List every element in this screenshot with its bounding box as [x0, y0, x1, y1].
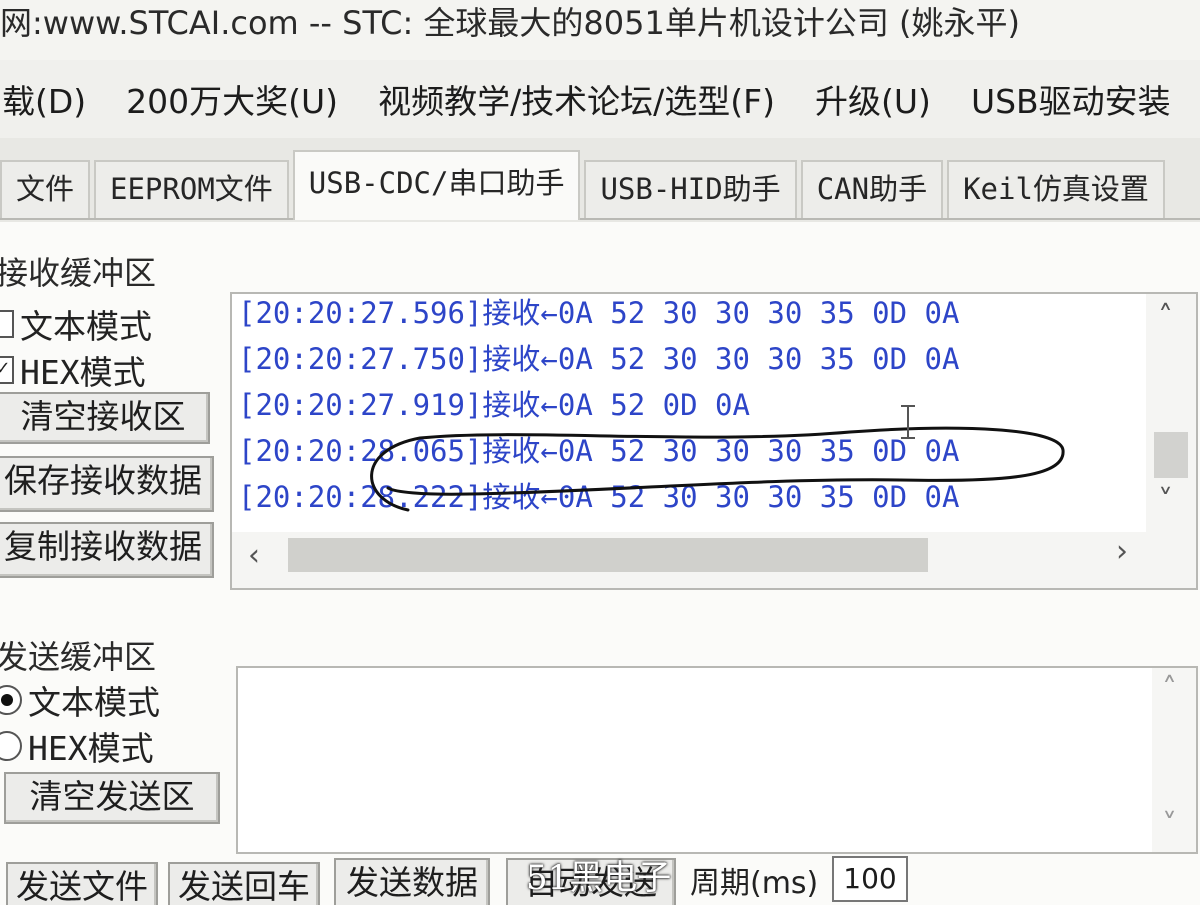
receive-buffer-label: 接收缓冲区 [0, 254, 157, 292]
receive-vertical-scroll-thumb[interactable] [1154, 432, 1188, 478]
send-buffer-label: 发送缓冲区 [0, 638, 157, 676]
tab-bar: 文件 EEPROM文件 USB-CDC/串口助手 USB-HID助手 CAN助手… [0, 148, 1200, 220]
receive-text-mode-checkbox[interactable] [0, 310, 14, 338]
send-data-button[interactable]: 发送数据 [334, 858, 490, 905]
tab-usb-cdc-serial[interactable]: USB-CDC/串口助手 [292, 150, 581, 220]
receive-text-area[interactable]: [20:20:27.596]接收←0A 52 30 30 30 35 0D 0A… [230, 292, 1198, 590]
receive-log: [20:20:27.596]接收←0A 52 30 30 30 35 0D 0A… [238, 294, 960, 520]
save-receive-button[interactable]: 保存接收数据 [0, 456, 214, 512]
menu-item-usb-driver[interactable]: USB驱动安装 [969, 75, 1191, 123]
receive-hex-mode-checkbox[interactable]: ✓ [0, 356, 14, 384]
scroll-right-icon[interactable]: › [1116, 534, 1128, 569]
scroll-up-icon[interactable]: ˄ [1158, 300, 1173, 335]
send-vertical-scrollbar[interactable]: ˄ ˅ [1152, 668, 1196, 852]
send-text-mode-option[interactable]: 文本模式 [0, 676, 160, 724]
tab-eeprom-file[interactable]: EEPROM文件 [94, 160, 289, 218]
send-scroll-up-icon[interactable]: ˄ [1162, 672, 1177, 707]
scroll-down-icon[interactable]: ˅ [1158, 484, 1173, 519]
period-label: 周期(ms) [690, 866, 819, 901]
receive-line: [20:20:27.919]接收←0A 52 0D 0A [238, 388, 750, 422]
copy-receive-button[interactable]: 复制接收数据 [0, 522, 214, 578]
clear-send-button[interactable]: 清空发送区 [4, 772, 220, 824]
receive-line: [20:20:28.222]接收←0A 52 30 30 30 35 0D 0A [238, 480, 960, 514]
clear-receive-button[interactable]: 清空接收区 [0, 392, 210, 444]
receive-line: [20:20:27.750]接收←0A 52 30 30 30 35 0D 0A [238, 342, 960, 376]
tab-keil-sim[interactable]: Keil仿真设置 [947, 160, 1165, 218]
send-text-area[interactable]: ˄ ˅ [236, 666, 1198, 854]
menu-item-download[interactable]: 载(D) [0, 75, 106, 123]
scroll-left-icon[interactable]: ‹ [248, 538, 260, 573]
receive-hex-mode-label: HEX模式 [20, 353, 146, 392]
receive-hex-mode-option[interactable]: ✓ HEX模式 [0, 346, 146, 394]
receive-text-mode-option[interactable]: 文本模式 [0, 300, 152, 348]
tab-file[interactable]: 文件 [0, 160, 91, 218]
watermark-text: 51黑电子 [526, 858, 672, 898]
send-hex-mode-label: HEX模式 [28, 729, 154, 768]
menu-item-video-forum[interactable]: 视频教学/技术论坛/选型(F) [376, 75, 795, 123]
window-title: 网:www.STCAI.com -- STC: 全球最大的8051单片机设计公司… [0, 4, 1021, 42]
window-title-bar: 网:www.STCAI.com -- STC: 全球最大的8051单片机设计公司… [0, 0, 1200, 60]
send-hex-mode-radio[interactable] [0, 731, 22, 761]
menu-bar: 载(D) 200万大奖(U) 视频教学/技术论坛/选型(F) 升级(U) USB… [0, 60, 1200, 138]
receive-vertical-scrollbar[interactable]: ˄ ˅ [1146, 294, 1196, 534]
period-input[interactable]: 100 [832, 856, 908, 902]
send-scroll-down-icon[interactable]: ˅ [1162, 808, 1177, 843]
receive-line: [20:20:28.065]接收←0A 52 30 30 30 35 0D 0A [238, 434, 960, 468]
menu-item-upgrade[interactable]: 升级(U) [813, 75, 951, 123]
menu-item-prize[interactable]: 200万大奖(U) [124, 75, 358, 123]
send-text-mode-radio[interactable] [0, 685, 22, 715]
receive-text-mode-label: 文本模式 [20, 307, 152, 346]
serial-assistant-panel: 接收缓冲区 文本模式 ✓ HEX模式 清空接收区 保存接收数据 复制接收数据 [… [0, 222, 1200, 905]
send-text-mode-label: 文本模式 [28, 683, 160, 722]
tab-can[interactable]: CAN助手 [800, 160, 944, 218]
send-hex-mode-option[interactable]: HEX模式 [0, 722, 154, 770]
send-file-button[interactable]: 发送文件 [6, 862, 158, 905]
receive-horizontal-scrollbar[interactable]: ‹ › [232, 532, 1196, 588]
receive-horizontal-scroll-thumb[interactable] [288, 538, 928, 572]
receive-line: [20:20:27.596]接收←0A 52 30 30 30 35 0D 0A [238, 296, 960, 330]
send-enter-button[interactable]: 发送回车 [168, 862, 320, 905]
tab-usb-hid[interactable]: USB-HID助手 [584, 160, 797, 218]
